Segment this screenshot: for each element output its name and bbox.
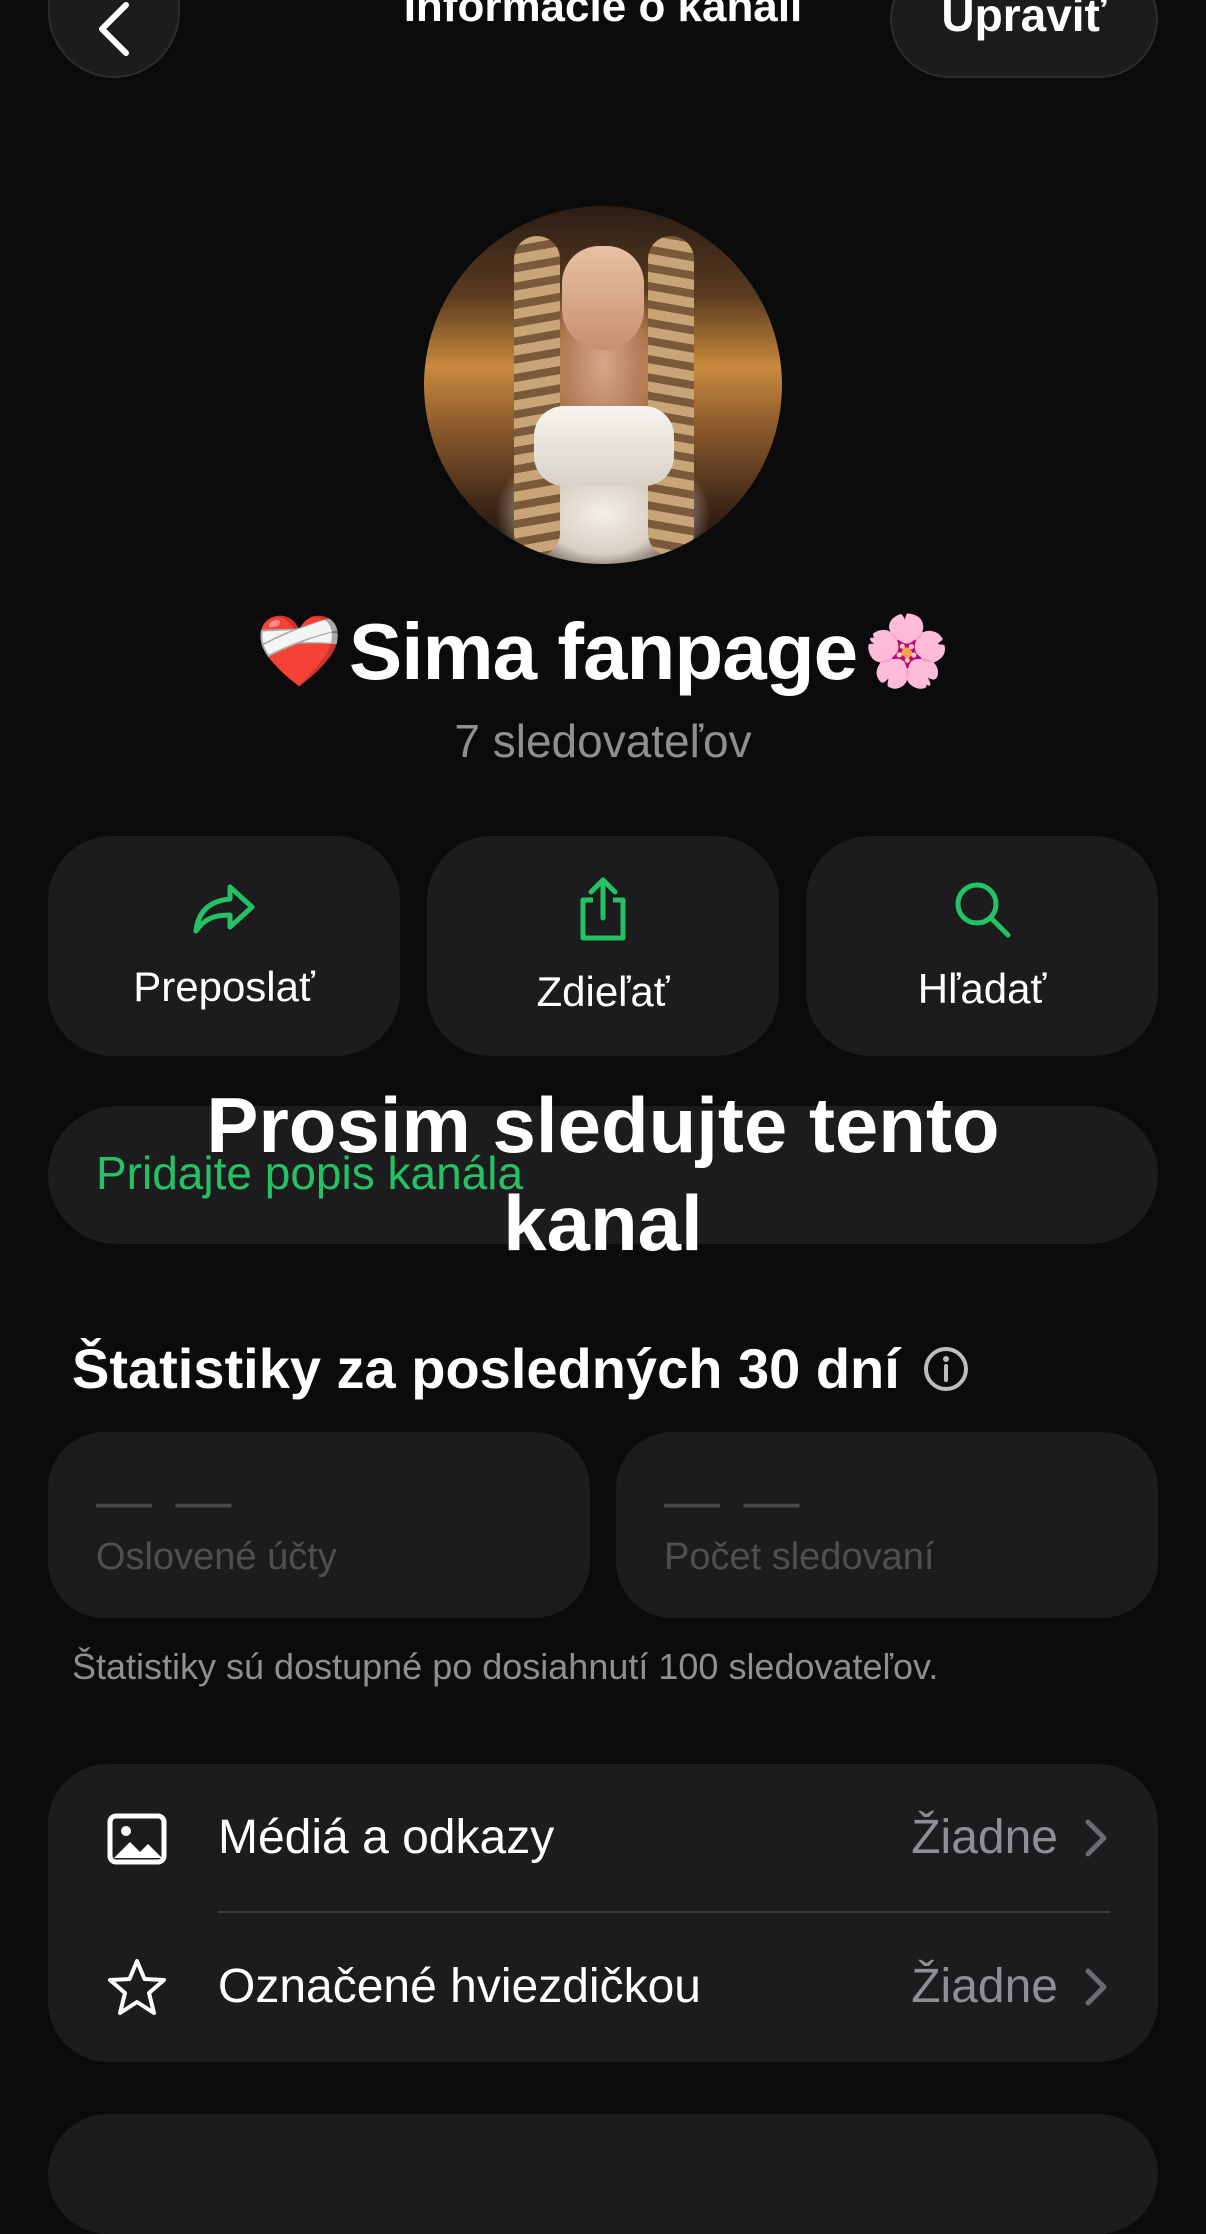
- stat-value: — —: [664, 1469, 804, 1532]
- list-item-label: Médiá a odkazy: [218, 1811, 555, 1864]
- avatar-detail: [514, 236, 560, 556]
- stat-card-follows: — — Počet sledovaní: [616, 1432, 1158, 1618]
- channel-name-text: Sima fanpage: [348, 607, 858, 696]
- stat-label: Počet sledovaní: [664, 1536, 935, 1578]
- follower-count: 7 sledovateľov: [454, 715, 752, 767]
- image-icon: [107, 1813, 167, 1865]
- search-label: Hľadať: [917, 965, 1047, 1012]
- list-item-value: Žiadne: [911, 1960, 1058, 2013]
- next-section-card: [48, 2114, 1158, 2234]
- overlay-caption-line: kanal: [503, 1179, 703, 1267]
- search-icon: [955, 882, 1011, 938]
- channel-name: ❤️‍🩹 Sima fanpage 🌸: [0, 604, 1206, 700]
- stats-heading: Štatistiky za posledných 30 dní: [72, 1336, 970, 1401]
- channel-options-list: Médiá a odkazy Žiadne Označené hviezdičk…: [48, 1764, 1158, 2062]
- edit-button[interactable]: Upraviť: [890, 0, 1158, 78]
- chevron-right-icon: [1085, 1819, 1107, 1857]
- list-item-media-links[interactable]: Médiá a odkazy Žiadne: [48, 1764, 1158, 1913]
- share-button[interactable]: Zdieľať: [427, 836, 779, 1056]
- forward-label: Preposlať: [133, 963, 315, 1010]
- stat-card-reached-accounts: — — Oslovené účty: [48, 1432, 590, 1618]
- overlay-caption-line: Prosim sledujte tento: [206, 1081, 1000, 1169]
- chevron-right-icon: [1085, 1968, 1107, 2006]
- overlay-caption: Prosim sledujte tento kanal: [0, 1076, 1206, 1272]
- avatar-detail: [534, 406, 674, 486]
- avatar-detail: [562, 246, 644, 350]
- list-item-value: Žiadne: [911, 1811, 1058, 1864]
- share-label: Zdieľať: [536, 968, 670, 1015]
- search-button[interactable]: Hľadať: [806, 836, 1158, 1056]
- star-icon: [108, 1959, 166, 2015]
- stat-value: — —: [96, 1469, 236, 1532]
- stat-label: Oslovené účty: [96, 1536, 337, 1578]
- forward-button[interactable]: Preposlať: [48, 836, 400, 1056]
- info-icon[interactable]: [922, 1345, 970, 1393]
- mending-heart-emoji: ❤️‍🩹: [255, 612, 343, 690]
- channel-avatar[interactable]: [424, 206, 782, 564]
- list-item-starred[interactable]: Označené hviezdičkou Žiadne: [48, 1913, 1158, 2062]
- share-icon: [580, 877, 626, 941]
- avatar-detail: [648, 236, 694, 556]
- cherry-blossom-emoji: 🌸: [863, 612, 951, 690]
- stats-title-text: Štatistiky za posledných 30 dní: [72, 1337, 900, 1400]
- stats-note: Štatistiky sú dostupné po dosiahnutí 100…: [72, 1646, 939, 1687]
- forward-icon: [193, 884, 255, 934]
- list-item-label: Označené hviezdičkou: [218, 1960, 701, 2013]
